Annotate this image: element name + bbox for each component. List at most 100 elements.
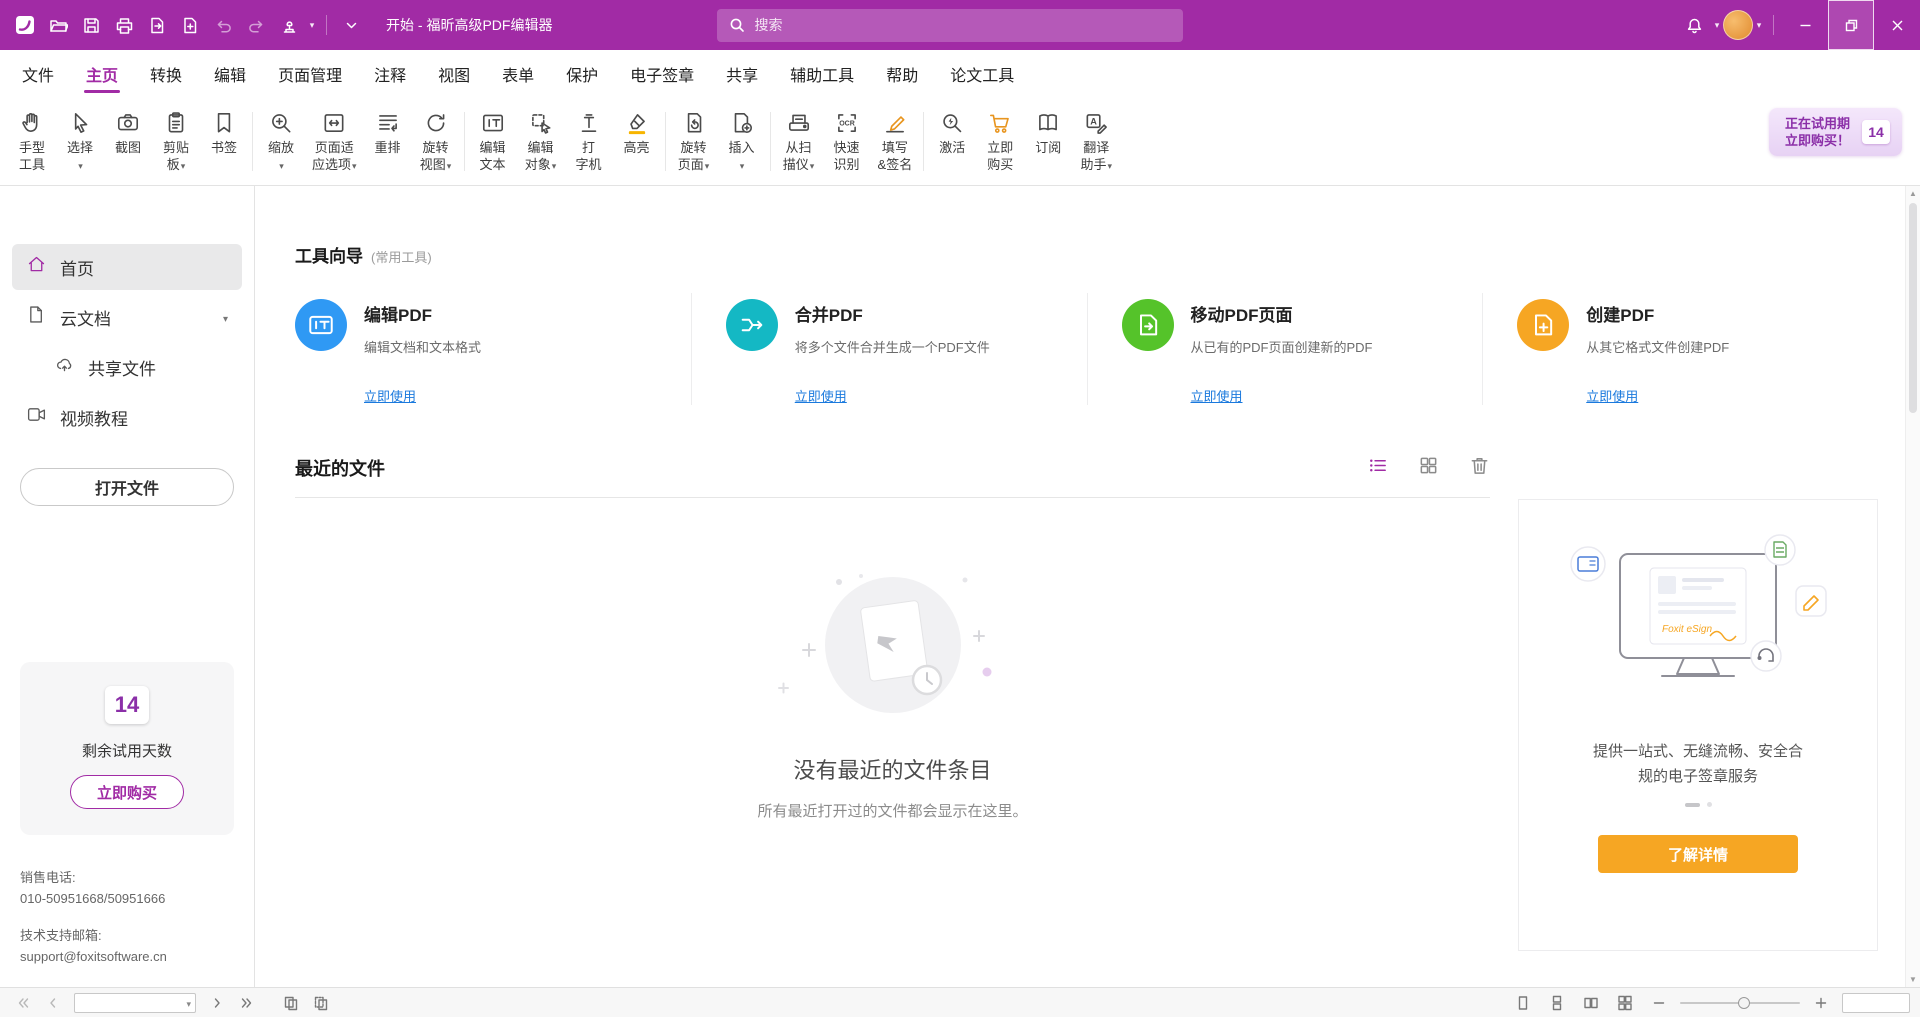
menu-file[interactable]: 文件 bbox=[6, 50, 70, 98]
continuous-view-icon[interactable] bbox=[1544, 992, 1570, 1014]
list-view-icon[interactable] bbox=[1367, 455, 1388, 481]
tool-card-create-pdf[interactable]: 创建PDF 从其它格式文件创建PDF 立即使用 bbox=[1482, 293, 1878, 405]
tool-card-edit-pdf[interactable]: 编辑PDF 编辑文档和文本格式 立即使用 bbox=[295, 293, 691, 405]
stamp-icon[interactable] bbox=[273, 7, 306, 43]
chevron-down-icon[interactable] bbox=[1711, 20, 1723, 31]
sidebar-item-shared-files[interactable]: 共享文件 bbox=[12, 344, 242, 390]
menu-help[interactable]: 帮助 bbox=[870, 50, 934, 98]
ribbon-button-insert-pages[interactable]: 插入 bbox=[718, 102, 766, 181]
ribbon-button-quick-ocr[interactable]: OCR 快速识别 bbox=[823, 102, 871, 181]
previous-page-icon[interactable] bbox=[40, 992, 66, 1014]
zoom-slider-thumb[interactable] bbox=[1738, 997, 1750, 1009]
ribbon-button-from-scanner[interactable]: 从扫描仪 bbox=[775, 102, 823, 181]
ribbon-button-select[interactable]: 选择 bbox=[56, 102, 104, 181]
menu-protect[interactable]: 保护 bbox=[550, 50, 614, 98]
ribbon-button-edit-object[interactable]: 编辑对象 bbox=[517, 102, 565, 181]
single-page-view-icon[interactable] bbox=[1510, 992, 1536, 1014]
undo-icon[interactable] bbox=[207, 7, 240, 43]
trash-icon[interactable] bbox=[1469, 455, 1490, 481]
menu-view[interactable]: 视图 bbox=[422, 50, 486, 98]
sidebar-item-home[interactable]: 首页 bbox=[12, 244, 242, 290]
menu-comment[interactable]: 注释 bbox=[358, 50, 422, 98]
ribbon-button-rotate-pages[interactable]: 旋转页面 bbox=[670, 102, 718, 181]
ribbon-button-subscribe[interactable]: 订阅 bbox=[1024, 102, 1072, 181]
user-avatar[interactable] bbox=[1723, 10, 1753, 40]
trial-badge[interactable]: 正在试用期 立即购买！ 14 bbox=[1769, 108, 1902, 156]
vertical-scrollbar[interactable]: ▲ ▼ bbox=[1905, 186, 1920, 987]
open-folder-icon[interactable] bbox=[42, 7, 75, 43]
redo-icon[interactable] bbox=[240, 7, 273, 43]
grid-view-icon[interactable] bbox=[1418, 455, 1439, 481]
scroll-up-icon[interactable]: ▲ bbox=[1906, 186, 1920, 201]
tool-card-move-pdf-pages[interactable]: 移动PDF页面 从已有的PDF页面创建新的PDF 立即使用 bbox=[1087, 293, 1483, 405]
save-icon[interactable] bbox=[75, 7, 108, 43]
ribbon-button-rotate-view[interactable]: 旋转视图 bbox=[412, 102, 460, 181]
facing-view-icon[interactable] bbox=[1578, 992, 1604, 1014]
carousel-dots[interactable] bbox=[1685, 802, 1712, 807]
chevron-down-icon[interactable] bbox=[186, 994, 191, 1012]
close-button[interactable] bbox=[1874, 0, 1920, 50]
ribbon-button-clipboard[interactable]: 剪贴板 bbox=[152, 102, 200, 181]
first-page-icon[interactable] bbox=[10, 992, 36, 1014]
zoom-slider[interactable] bbox=[1680, 1002, 1800, 1004]
use-now-link[interactable]: 立即使用 bbox=[795, 386, 847, 405]
open-file-button[interactable]: 打开文件 bbox=[20, 468, 234, 506]
export-pdf-icon[interactable] bbox=[141, 7, 174, 43]
use-now-link[interactable]: 立即使用 bbox=[1191, 386, 1243, 405]
snapshot-pages-icon[interactable] bbox=[278, 992, 304, 1014]
global-search[interactable] bbox=[717, 9, 1183, 42]
carousel-dot-active[interactable] bbox=[1685, 803, 1700, 807]
zoom-out-icon[interactable] bbox=[1646, 992, 1672, 1014]
print-icon[interactable] bbox=[108, 7, 141, 43]
use-now-link[interactable]: 立即使用 bbox=[1586, 386, 1638, 405]
copy-page-icon[interactable] bbox=[308, 992, 334, 1014]
scroll-down-icon[interactable]: ▼ bbox=[1906, 972, 1920, 987]
menu-share[interactable]: 共享 bbox=[710, 50, 774, 98]
ribbon-button-snapshot[interactable]: 截图 bbox=[104, 102, 152, 181]
ribbon-button-highlight[interactable]: 高亮 bbox=[613, 102, 661, 181]
chevron-down-icon[interactable] bbox=[306, 20, 318, 31]
collapse-ribbon-icon[interactable] bbox=[335, 7, 368, 43]
ribbon-button-bookmark[interactable]: 书签 bbox=[200, 102, 248, 181]
menu-form[interactable]: 表单 bbox=[486, 50, 550, 98]
menu-page-management[interactable]: 页面管理 bbox=[262, 50, 358, 98]
ribbon-button-activate[interactable]: 激活 bbox=[928, 102, 976, 181]
next-page-icon[interactable] bbox=[204, 992, 230, 1014]
zoom-in-icon[interactable] bbox=[1808, 992, 1834, 1014]
ribbon-button-typewriter[interactable]: 打字机 bbox=[565, 102, 613, 181]
use-now-link[interactable]: 立即使用 bbox=[364, 386, 416, 405]
carousel-dot[interactable] bbox=[1707, 802, 1712, 807]
buy-now-button[interactable]: 立即购买 bbox=[70, 775, 184, 809]
facing-continuous-view-icon[interactable] bbox=[1612, 992, 1638, 1014]
chevron-down-icon[interactable] bbox=[1753, 20, 1765, 31]
zoom-value-input[interactable] bbox=[1842, 993, 1910, 1013]
ribbon-button-page-fit[interactable]: 页面适应选项 bbox=[305, 102, 364, 181]
chevron-down-icon[interactable] bbox=[223, 307, 228, 327]
tool-card-merge-pdf[interactable]: 合并PDF 将多个文件合并生成一个PDF文件 立即使用 bbox=[691, 293, 1087, 405]
last-page-icon[interactable] bbox=[234, 992, 260, 1014]
ribbon-button-fill-sign[interactable]: 填写&签名 bbox=[871, 102, 920, 181]
menu-edit[interactable]: 编辑 bbox=[198, 50, 262, 98]
menu-convert[interactable]: 转换 bbox=[134, 50, 198, 98]
menu-esign[interactable]: 电子签章 bbox=[614, 50, 710, 98]
ribbon-button-zoom[interactable]: 缩放 bbox=[257, 102, 305, 181]
menu-paper-tools[interactable]: 论文工具 bbox=[934, 50, 1030, 98]
sidebar-item-video-tutorials[interactable]: 视频教程 bbox=[12, 394, 242, 440]
search-input[interactable] bbox=[754, 17, 1171, 33]
menu-accessibility[interactable]: 辅助工具 bbox=[774, 50, 870, 98]
support-email-address[interactable]: support@foxitsoftware.cn bbox=[20, 946, 234, 967]
ribbon-button-hand-tool[interactable]: 手型工具 bbox=[8, 102, 56, 181]
page-number-input[interactable] bbox=[79, 996, 186, 1010]
sidebar-item-cloud-docs[interactable]: 云文档 bbox=[12, 294, 242, 340]
learn-more-button[interactable]: 了解详情 bbox=[1598, 835, 1798, 873]
restore-button[interactable] bbox=[1828, 0, 1874, 50]
ribbon-button-translate-assistant[interactable]: A 翻译助手 bbox=[1072, 102, 1120, 181]
notifications-bell-icon[interactable] bbox=[1678, 7, 1711, 43]
create-pdf-icon[interactable] bbox=[174, 7, 207, 43]
page-number-box[interactable] bbox=[74, 993, 196, 1013]
scrollbar-thumb[interactable] bbox=[1909, 203, 1917, 413]
ribbon-button-reflow[interactable]: 重排 bbox=[364, 102, 412, 181]
ribbon-button-buy-now[interactable]: 立即购买 bbox=[976, 102, 1024, 181]
ribbon-button-edit-text[interactable]: 编辑文本 bbox=[469, 102, 517, 181]
minimize-button[interactable] bbox=[1782, 0, 1828, 50]
